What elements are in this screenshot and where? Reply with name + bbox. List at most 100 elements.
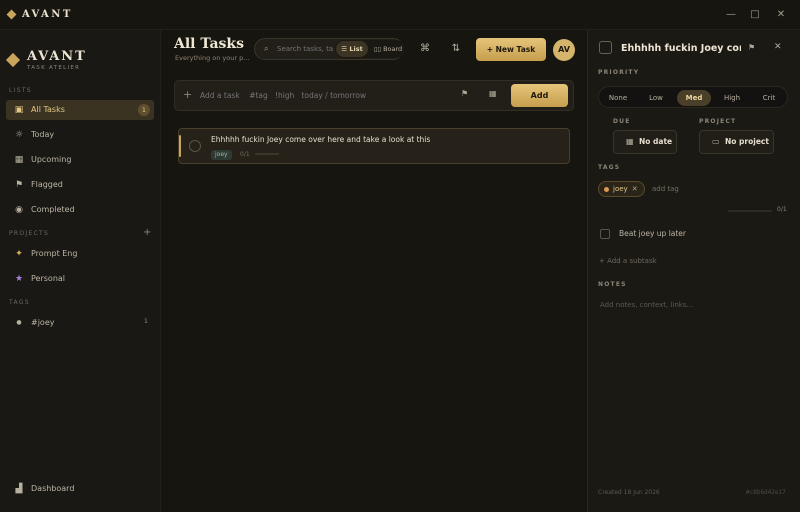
priority-none-button[interactable]: None xyxy=(601,90,635,106)
board-view-button[interactable]: ▯▯ Board xyxy=(371,41,405,57)
calendar-icon: ▦ xyxy=(626,137,634,146)
search-icon: ⌕ xyxy=(264,44,269,53)
task-tag-badge: joey xyxy=(211,150,232,160)
sidebar-item-upcoming[interactable]: ▦ Upcoming xyxy=(6,150,154,170)
sun-icon: ☼ xyxy=(14,130,24,140)
projects-section-label: PROJECTS xyxy=(9,230,50,237)
subtask-count: 0/1 xyxy=(777,206,787,213)
add-subtask-button[interactable]: + Add a subtask xyxy=(599,257,657,265)
app-logo-icon xyxy=(6,9,17,20)
view-toggle: ☰ List ▯▯ Board xyxy=(335,40,405,58)
bar-chart-icon: ▟ xyxy=(15,484,23,494)
priority-low-button[interactable]: Low xyxy=(639,90,673,106)
calendar-icon: ▦ xyxy=(14,155,24,165)
tag-chip-label: joey xyxy=(613,185,628,193)
search-input[interactable] xyxy=(277,45,337,53)
subtask-text[interactable]: Beat joey up later xyxy=(619,229,686,238)
sidebar-item-label: Flagged xyxy=(31,180,63,189)
subtask-checkbox[interactable] xyxy=(600,229,610,239)
sidebar-item-label: All Tasks xyxy=(31,105,65,114)
check-circle-icon: ◉ xyxy=(15,205,23,215)
task-card[interactable]: Ehhhhh fuckin Joey come over here and ta… xyxy=(178,128,570,164)
remove-tag-icon[interactable]: ✕ xyxy=(632,185,638,193)
priority-accent-bar xyxy=(179,135,181,157)
minimize-button[interactable]: — xyxy=(720,6,742,24)
add-task-button[interactable]: Add xyxy=(511,84,568,107)
title-bar: AVANT — □ ✕ xyxy=(0,0,800,30)
sidebar-item-label: Completed xyxy=(31,205,75,214)
due-date-value: No date xyxy=(639,137,673,146)
add-project-button[interactable]: + xyxy=(143,227,151,238)
notes-input[interactable]: Add notes, context, links... xyxy=(600,301,693,309)
sparkle-icon: ✦ xyxy=(15,249,23,259)
sidebar-item-all-tasks[interactable]: ▣ All Tasks 1 xyxy=(6,100,154,120)
sidebar-item-personal[interactable]: ★ Personal xyxy=(6,269,154,289)
subtask-progress-bar xyxy=(255,153,279,155)
board-view-label: Board xyxy=(383,45,403,53)
avatar[interactable]: AV xyxy=(553,39,575,61)
project-value: No project xyxy=(725,137,769,146)
task-complete-checkbox[interactable] xyxy=(189,140,201,152)
folder-icon: ▭ xyxy=(712,137,720,146)
brand-logo-icon xyxy=(5,52,21,68)
brand-name: AVANT xyxy=(27,49,87,64)
sort-icon[interactable]: ⇅ xyxy=(447,40,465,58)
priority-label: PRIORITY xyxy=(598,69,640,76)
new-task-button[interactable]: + New Task xyxy=(476,38,546,61)
close-icon[interactable]: ✕ xyxy=(774,42,782,52)
sidebar-item-tag-joey[interactable]: ● #joey 1 xyxy=(6,313,154,333)
detail-complete-checkbox[interactable] xyxy=(599,41,612,54)
sidebar-item-label: Personal xyxy=(31,274,66,283)
count-badge: 1 xyxy=(143,317,148,325)
priority-crit-button[interactable]: Crit xyxy=(752,90,786,106)
calendar-icon[interactable]: ▦ xyxy=(489,89,497,98)
task-id: #c8b6d42e17 xyxy=(746,489,786,496)
page-title: All Tasks xyxy=(174,36,244,52)
focus-icon[interactable]: ⌘ xyxy=(416,40,434,58)
due-date-button[interactable]: ▦ No date xyxy=(613,130,677,154)
sidebar-item-prompt-eng[interactable]: ✦ Prompt Eng xyxy=(6,244,154,264)
plus-icon: + xyxy=(183,88,193,101)
flag-icon[interactable]: ⚑ xyxy=(461,89,468,98)
maximize-button[interactable]: □ xyxy=(744,6,766,24)
sidebar-item-label: Today xyxy=(31,130,55,139)
sidebar-item-today[interactable]: ☼ Today xyxy=(6,125,154,145)
subtask-progress-bar xyxy=(728,210,772,212)
sidebar-item-flagged[interactable]: ⚑ Flagged xyxy=(6,175,154,195)
task-title: Ehhhhh fuckin Joey come over here and ta… xyxy=(211,135,431,144)
sidebar-item-completed[interactable]: ◉ Completed xyxy=(6,200,154,220)
sidebar-item-label: Dashboard xyxy=(31,484,75,493)
list-view-button[interactable]: ☰ List xyxy=(336,41,368,57)
due-label: DUE xyxy=(613,118,631,125)
project-label: PROJECT xyxy=(699,118,737,125)
close-window-button[interactable]: ✕ xyxy=(770,6,792,24)
priority-med-button[interactable]: Med xyxy=(677,90,711,106)
sidebar-item-dashboard[interactable]: ▟ Dashboard xyxy=(6,479,154,499)
add-task-input[interactable] xyxy=(200,91,420,100)
sidebar-item-label: #joey xyxy=(31,318,55,327)
tags-section-label: TAGS xyxy=(9,299,30,306)
flag-icon[interactable]: ⚑ xyxy=(748,43,755,52)
notes-label: NOTES xyxy=(598,281,627,288)
tag-dot-icon xyxy=(604,187,609,192)
star-icon: ★ xyxy=(14,274,24,284)
brand-subtitle: TASK ATELIER xyxy=(27,65,81,71)
inbox-icon: ▣ xyxy=(14,105,24,115)
lists-section-label: LISTS xyxy=(9,87,32,94)
subtask-progress-text: 0/1 xyxy=(240,151,250,158)
project-button[interactable]: ▭ No project xyxy=(699,130,774,154)
window-title: AVANT xyxy=(22,9,73,20)
priority-selector: None Low Med High Crit xyxy=(598,86,788,108)
tag-dot-icon: ● xyxy=(16,319,22,326)
priority-high-button[interactable]: High xyxy=(715,90,749,106)
detail-title[interactable]: Ehhhhh fuckin Joey con xyxy=(621,43,741,54)
quick-add-bar: + ⚑ ▦ Add xyxy=(174,80,574,111)
flag-icon: ⚑ xyxy=(14,180,24,190)
list-view-label: List xyxy=(349,45,363,53)
tag-chip: joey ✕ xyxy=(598,181,645,197)
new-task-label: New Task xyxy=(495,45,536,54)
sidebar: AVANT TASK ATELIER LISTS ▣ All Tasks 1 ☼… xyxy=(0,30,161,512)
count-badge: 1 xyxy=(138,104,150,116)
created-date: Created 18 Jun 2026 xyxy=(598,489,660,496)
add-tag-input[interactable]: add tag xyxy=(652,185,679,193)
